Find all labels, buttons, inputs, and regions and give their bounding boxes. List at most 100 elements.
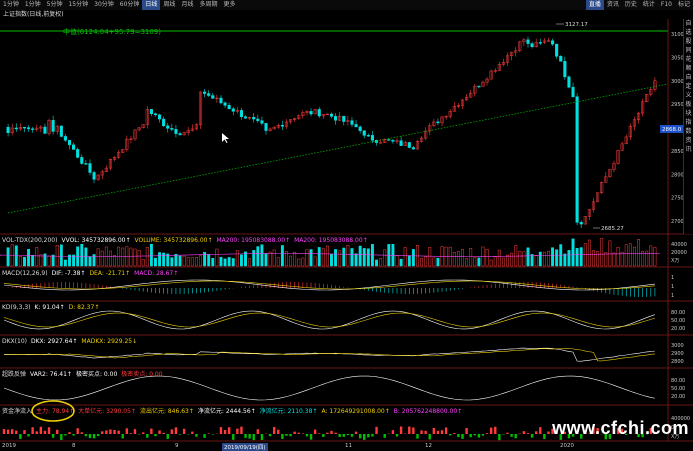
- candle-body: [92, 172, 96, 180]
- volume-bar: [403, 247, 407, 267]
- time-axis-label: 8: [72, 443, 76, 449]
- sidebar-char[interactable]: 板: [684, 100, 693, 109]
- sidebar-char[interactable]: 自: [684, 19, 693, 28]
- volume-bar: [231, 258, 235, 267]
- volume-bar: [162, 252, 166, 267]
- sidebar-char[interactable]: 指: [684, 118, 693, 127]
- money-bar: [469, 434, 472, 438]
- volume-bar: [411, 249, 415, 267]
- money-bar: [444, 427, 448, 434]
- candle-body: [76, 149, 80, 158]
- volume-bar: [113, 255, 116, 267]
- money-bar: [166, 434, 169, 439]
- volume-bar: [407, 255, 411, 267]
- money-bar: [449, 434, 452, 436]
- volume-bar: [620, 251, 624, 267]
- time-axis-label: 12: [425, 443, 432, 449]
- candle-body: [350, 120, 354, 125]
- volume-bar: [27, 248, 31, 267]
- volume-bar: [334, 249, 338, 267]
- money-bar: [534, 431, 538, 434]
- money-bar: [47, 427, 51, 434]
- volume-bar: [501, 257, 505, 267]
- sidebar-char[interactable]: 股: [684, 37, 693, 46]
- sidebar-char[interactable]: 数: [684, 127, 693, 136]
- money-bar: [219, 427, 223, 434]
- candle-body: [334, 116, 338, 121]
- volume-bar: [280, 245, 284, 267]
- dkx-axis-label: 2900: [671, 351, 684, 357]
- volume-bar: [121, 247, 125, 267]
- candle-body: [559, 56, 563, 62]
- money-bar: [498, 434, 501, 441]
- money-bar: [326, 432, 329, 434]
- money-bar: [354, 431, 358, 434]
- low-label: 2685.27: [601, 226, 624, 232]
- money-bar: [260, 434, 264, 440]
- candle-body: [51, 120, 55, 132]
- candle-body: [575, 96, 579, 223]
- money-bar: [236, 428, 239, 434]
- candle-body: [162, 118, 166, 127]
- volume-bar: [456, 251, 460, 267]
- volume-bar: [587, 239, 591, 267]
- sidebar-char[interactable]: 同: [684, 46, 693, 55]
- volume-bar: [489, 259, 493, 267]
- volume-bar: [612, 252, 616, 267]
- money-bar: [191, 431, 194, 434]
- money-bar: [367, 434, 370, 438]
- reversal-axis-label: 20.00: [671, 394, 685, 400]
- money-bar: [15, 430, 18, 434]
- money-bar: [363, 434, 366, 440]
- sidebar-char[interactable]: 义: [684, 91, 693, 100]
- volume-bar: [579, 247, 583, 267]
- volume-bar: [133, 248, 137, 267]
- sidebar-char[interactable]: 选: [684, 28, 693, 37]
- money-bar: [117, 430, 120, 434]
- money-bar: [424, 430, 427, 434]
- kd-axis-label: 20.00: [671, 326, 685, 332]
- volume-bar: [63, 259, 67, 267]
- money-bar: [461, 434, 464, 439]
- money-bar: [268, 434, 272, 437]
- sidebar-char[interactable]: 花: [684, 55, 693, 64]
- candle-body: [571, 86, 575, 97]
- sidebar-char[interactable]: 讯: [684, 145, 693, 154]
- sidebar-char[interactable]: 自: [684, 73, 693, 82]
- volume-bar: [354, 253, 358, 267]
- money-bar: [428, 434, 431, 440]
- volume-bar: [59, 244, 63, 267]
- candle-body: [526, 39, 530, 44]
- volume-bar: [264, 253, 268, 267]
- candle-body: [14, 127, 18, 130]
- money-bar: [35, 431, 38, 434]
- candle-body: [555, 43, 559, 57]
- dkx-axis-label: 3000: [671, 343, 684, 349]
- price-axis-label: 2750: [671, 196, 684, 202]
- volume-bar: [530, 254, 534, 267]
- volume-bar: [301, 257, 305, 267]
- money-bar: [129, 433, 133, 434]
- sidebar-char[interactable]: 顺: [684, 64, 693, 73]
- sidebar-char[interactable]: 块: [684, 109, 693, 118]
- money-bar: [293, 431, 296, 434]
- stock-chart[interactable]: 3100 3050 3000 2950 2900 2850 2800 2750 2700 中值(6…: [0, 0, 693, 451]
- sidebar-char[interactable]: 定: [684, 82, 693, 91]
- volume-bar: [342, 247, 346, 267]
- volume-bar: [51, 254, 55, 267]
- volume-bar: [616, 247, 620, 267]
- sidebar-char[interactable]: 资: [684, 136, 693, 145]
- dkx-line: [3, 347, 655, 362]
- volume-bar: [252, 250, 256, 267]
- volume-bar: [43, 253, 47, 267]
- money-bar: [481, 434, 485, 436]
- money-bar: [436, 430, 440, 434]
- money-bar: [84, 434, 88, 437]
- volume-bar: [350, 248, 354, 267]
- money-bar: [301, 433, 305, 434]
- money-bar: [391, 430, 395, 434]
- sidebar: 自选股同花顺自定义板块指数资讯: [683, 19, 693, 234]
- candle-body: [329, 113, 334, 117]
- candle-body: [379, 142, 383, 144]
- median-annotation: 中值(6124.04+95.79=3109): [63, 27, 161, 36]
